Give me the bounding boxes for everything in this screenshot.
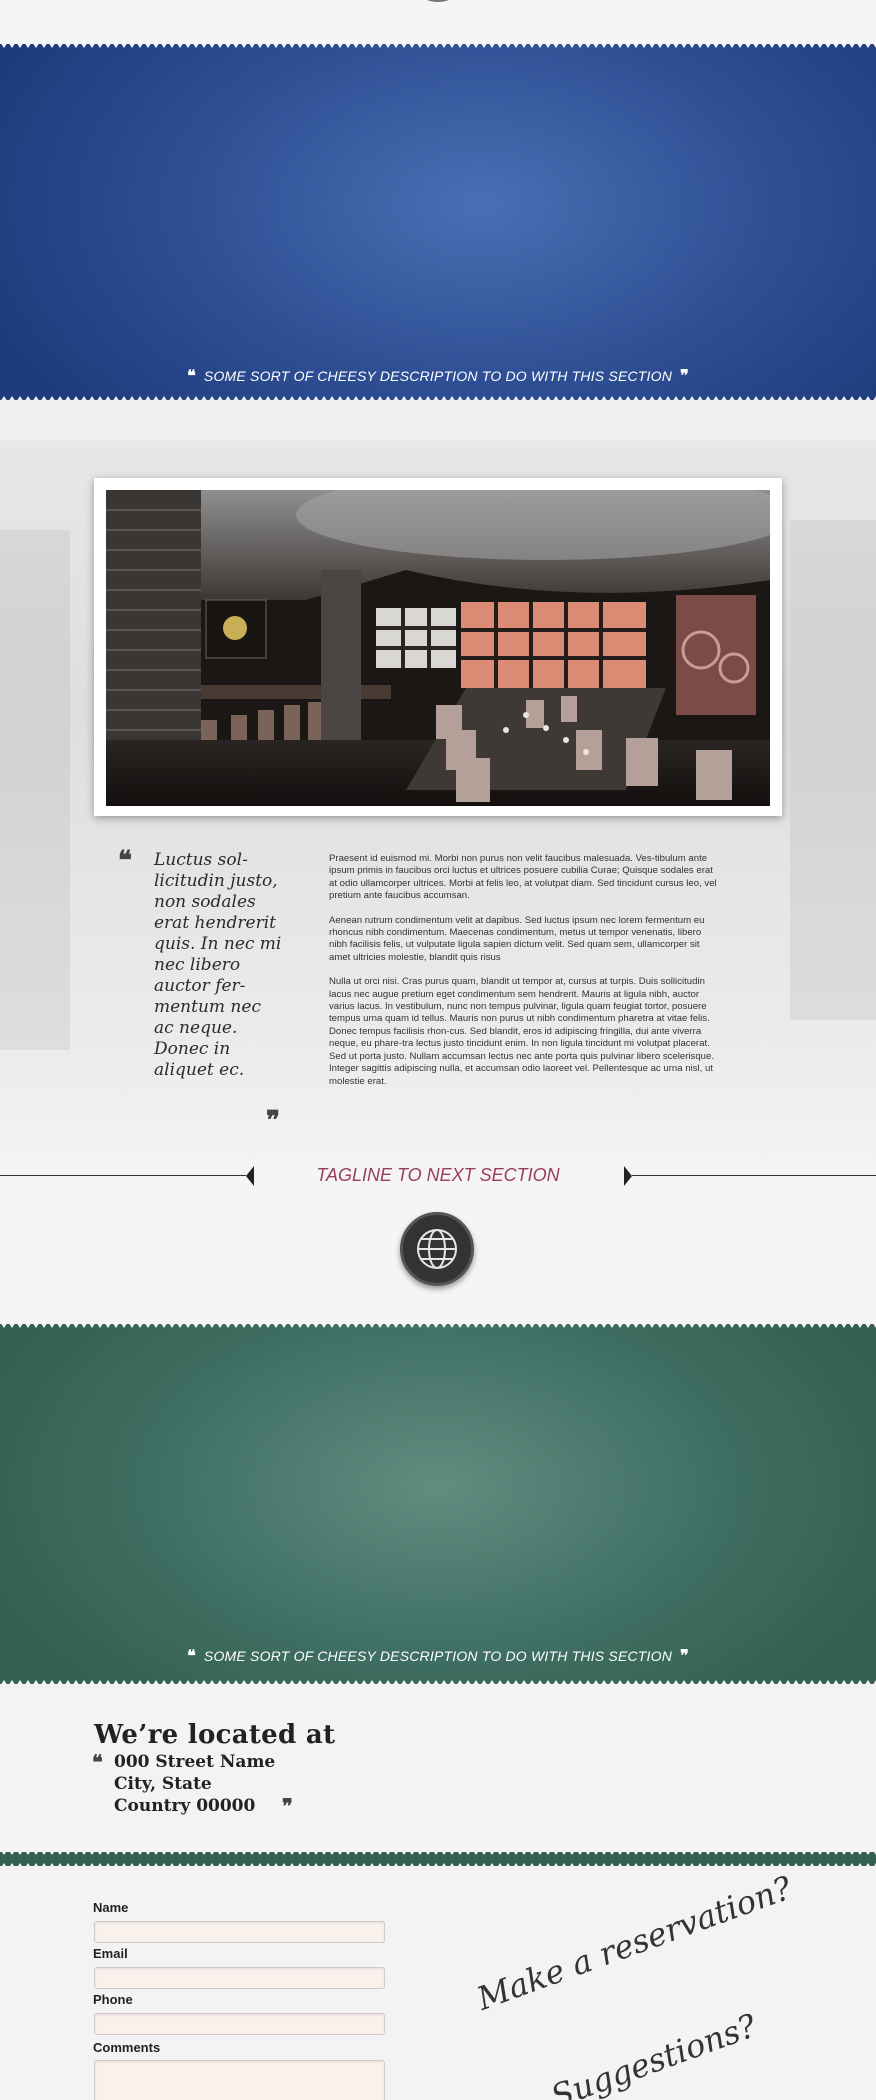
zigzag-edge-top [0,1322,876,1330]
restaurant-photo-frame [94,478,782,816]
body-paragraph-2: Aenean rutrum condimentum velit at dapib… [329,914,705,963]
zigzag-edge-top [0,42,876,50]
body-paragraph-3: Nulla ut orci nisi. Cras purus quam, bla… [329,976,715,1087]
blue-band-caption-text: SOME SORT OF CHEESY DESCRIPTION TO DO WI… [203,368,673,384]
pull-quote-text: Luctus sol-licitudin justo, non sodales … [154,850,282,1080]
blue-band-caption: ❝ SOME SORT OF CHEESY DESCRIPTION TO DO W… [0,366,876,385]
address-country: Country 00000 [114,1796,256,1816]
globe-icon [417,1229,457,1269]
restaurant-section: ❝ Luctus sol-licitudin justo, non sodale… [0,400,876,1172]
make-reservation-text[interactable]: Make a reservation? [472,1869,797,2018]
green-divider-strip [0,1849,876,1869]
bg-window-left [0,530,70,1050]
name-field[interactable] [94,1921,385,1943]
bg-ceiling [0,400,876,440]
address-city: City, State [114,1774,212,1794]
blue-feature-band: ❝ SOME SORT OF CHEESY DESCRIPTION TO DO W… [0,42,876,402]
quote-close-icon: ❞ [680,1646,689,1665]
quote-open-icon: ❝ [92,1750,103,1774]
globe-button[interactable] [400,1212,474,1286]
quote-close-icon: ❞ [266,1106,280,1136]
bg-window-right [790,520,876,1020]
restaurant-interior-image [106,490,770,806]
phone-label: Phone [93,1992,133,2007]
top-strip [0,0,876,44]
quote-close-icon: ❞ [282,1794,293,1818]
green-feature-band: ❝ SOME SORT OF CHEESY DESCRIPTION TO DO W… [0,1322,876,1686]
comments-label: Comments [93,2040,161,2055]
divider-line-right [632,1175,876,1176]
phone-field[interactable] [94,2013,385,2035]
location-title: We’re located at [94,1720,336,1750]
restaurant-photo [106,490,770,806]
address-street: 000 Street Name [114,1752,276,1772]
green-band-caption: ❝ SOME SORT OF CHEESY DESCRIPTION TO DO W… [0,1646,876,1665]
reservation-form: Name Email Phone Comments Make a reserva… [0,1866,876,2100]
top-emblem-button[interactable] [408,0,468,2]
email-field[interactable] [94,1967,385,1989]
quote-close-icon: ❞ [680,366,689,385]
arrow-right-icon [624,1166,632,1186]
tagline-divider: TAGLINE TO NEXT SECTION [0,1163,876,1189]
location-section: We’re located at ❝ 000 Street Name City,… [0,1684,876,1856]
email-label: Email [93,1946,128,1961]
body-copy: Praesent id euismod mi. Morbi non purus … [329,853,722,1100]
zigzag-edge-top [0,1849,876,1857]
quote-open-icon: ❝ [118,846,132,876]
name-label: Name [93,1900,129,1915]
comments-field[interactable] [94,2060,385,2100]
body-paragraph-1: Praesent id euismod mi. Morbi non purus … [329,853,717,902]
quote-open-icon: ❝ [187,1646,196,1665]
green-band-caption-text: SOME SORT OF CHEESY DESCRIPTION TO DO WI… [203,1648,673,1664]
quote-open-icon: ❝ [187,366,196,385]
suggestions-text[interactable]: Suggestions? [546,2006,761,2100]
